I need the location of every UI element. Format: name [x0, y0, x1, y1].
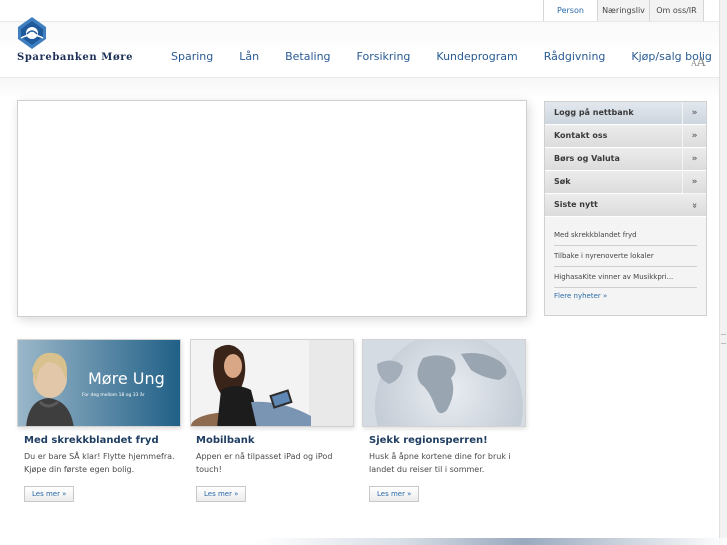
card-title[interactable]: Mobilbank: [196, 435, 255, 446]
double-chevron-down-icon: »: [683, 193, 705, 217]
contact-item[interactable]: Kontakt oss »: [545, 125, 706, 148]
news-list: Med skrekkblandet fryd Tilbake i nyrenov…: [545, 217, 706, 300]
more-news-link[interactable]: Flere nyheter »: [554, 288, 697, 300]
accordion-label: Logg på nettbank: [554, 108, 634, 117]
nav-sparing[interactable]: Sparing: [158, 50, 226, 63]
read-more-button[interactable]: Les mer »: [196, 486, 247, 502]
scroll-grip-icon[interactable]: [721, 334, 726, 344]
side-panel: Logg på nettbank » Kontakt oss » Børs og…: [544, 101, 707, 316]
page-scrollbar[interactable]: [719, 0, 727, 545]
double-chevron-icon: »: [682, 148, 706, 170]
news-item[interactable]: Med skrekkblandet fryd: [554, 225, 697, 246]
accordion-label: Kontakt oss: [554, 131, 608, 140]
card-image-mobilbank[interactable]: [190, 339, 354, 427]
news-item[interactable]: HighasaKite vinner av Musikkpri...: [554, 267, 697, 288]
tab-om-oss[interactable]: Om oss/IR: [649, 0, 704, 22]
card-image-more-ung[interactable]: Møre Ung For deg mellom 18 og 33 år: [17, 339, 181, 427]
double-chevron-icon: »: [682, 171, 706, 193]
latest-news-item[interactable]: Siste nytt »: [545, 193, 706, 217]
nav-lan[interactable]: Lån: [226, 50, 272, 63]
double-chevron-icon: »: [682, 102, 706, 124]
main-navigation: Sparing Lån Betaling Forsikring Kundepro…: [158, 50, 725, 63]
nav-forsikring[interactable]: Forsikring: [344, 50, 424, 63]
card-title[interactable]: Med skrekkblandet fryd: [24, 435, 159, 446]
nav-betaling[interactable]: Betaling: [272, 50, 343, 63]
card-image-globe[interactable]: [362, 339, 526, 427]
footer-decoration: [0, 538, 727, 545]
tab-naeringsliv[interactable]: Næringsliv: [597, 0, 650, 22]
accordion-label: Børs og Valuta: [554, 154, 620, 163]
search-item[interactable]: Søk »: [545, 171, 706, 194]
nav-kundeprogram[interactable]: Kundeprogram: [423, 50, 530, 63]
content-band: [0, 78, 727, 98]
hero-banner: [17, 100, 527, 317]
card-image-title: Møre Ung: [88, 369, 165, 388]
font-large-icon[interactable]: A: [697, 55, 706, 69]
card-title[interactable]: Sjekk regionsperren!: [369, 435, 488, 446]
bank-logo-icon[interactable]: [16, 16, 48, 50]
read-more-button[interactable]: Les mer »: [369, 486, 420, 502]
accordion-label: Søk: [554, 177, 571, 186]
card-description: Du er bare SÅ klar! Flytte hjemmefra. Kj…: [24, 452, 175, 474]
double-chevron-icon: »: [682, 125, 706, 147]
audience-tabs: Person Næringsliv Om oss/IR: [543, 0, 704, 22]
stocks-currency-item[interactable]: Børs og Valuta »: [545, 148, 706, 171]
card-description: Husk å åpne kortene dine for bruk i land…: [369, 452, 511, 474]
card-description: Appen er nå tilpasset iPad og iPod touch…: [196, 452, 333, 474]
news-item[interactable]: Tilbake i nyrenoverte lokaler: [554, 246, 697, 267]
header-shade: [0, 22, 727, 52]
font-size-toggle[interactable]: AA: [691, 51, 705, 70]
read-more-button[interactable]: Les mer »: [24, 486, 75, 502]
card-image-subtitle: For deg mellom 18 og 33 år: [82, 391, 145, 398]
accordion-label: Siste nytt: [554, 200, 598, 209]
tab-person[interactable]: Person: [543, 0, 598, 22]
brand-name[interactable]: Sparebanken Møre: [17, 52, 133, 63]
login-netbank-item[interactable]: Logg på nettbank »: [545, 102, 706, 125]
nav-radgivning[interactable]: Rådgivning: [531, 50, 619, 63]
nav-kjop-salg-bolig[interactable]: Kjøp/salg bolig: [618, 50, 725, 63]
